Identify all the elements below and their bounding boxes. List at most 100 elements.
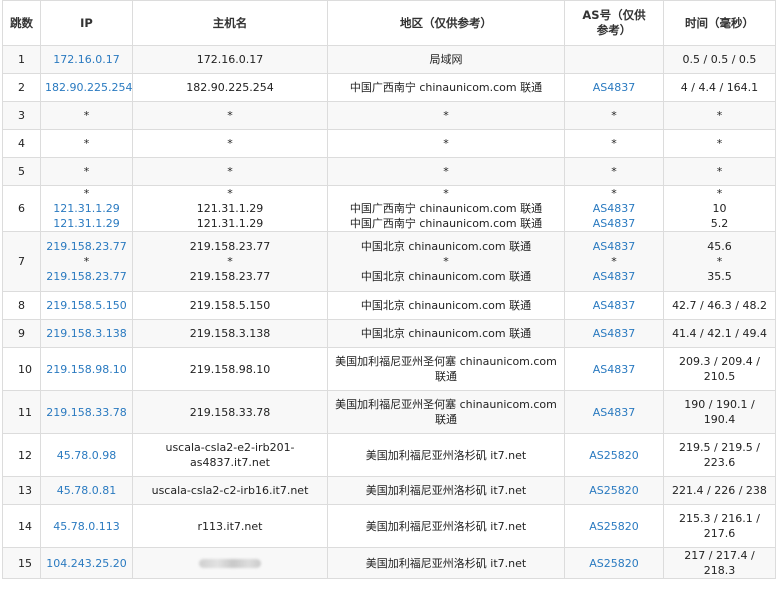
time-value: 209.3 / 209.4 / 210.5 bbox=[679, 355, 760, 383]
host-value: * bbox=[227, 165, 233, 178]
cell-region: 中国北京 chinaunicom.com 联通 bbox=[327, 319, 565, 348]
cell-ip: * 121.31.1.29 121.31.1.29 bbox=[40, 185, 133, 232]
ip-link[interactable]: 121.31.1.29 bbox=[45, 216, 128, 231]
ip-link[interactable]: 219.158.23.77 bbox=[45, 269, 128, 284]
cell-time: * bbox=[663, 157, 776, 186]
as-value: * bbox=[611, 109, 617, 122]
cell-time: * bbox=[663, 129, 776, 158]
ip-link[interactable]: 219.158.3.138 bbox=[45, 326, 128, 341]
time-value: 217 / 217.4 / 218.3 bbox=[684, 549, 755, 577]
host-value: r113.it7.net bbox=[197, 519, 263, 533]
cell-time: 45.6 * 35.5 bbox=[663, 231, 776, 292]
table-row: 13 45.78.0.81 uscala-csla2-c2-irb16.it7.ne… bbox=[2, 476, 776, 505]
as-link[interactable]: AS25820 bbox=[569, 483, 659, 498]
table-row: 9 219.158.3.138 219.158.3.138 中国北京 chinauni… bbox=[2, 319, 776, 348]
header-hop: 跳数 bbox=[2, 0, 41, 46]
host-value: 219.158.3.138 bbox=[189, 327, 271, 340]
cell-hostname: * bbox=[132, 101, 328, 130]
ip-link[interactable]: 219.158.98.10 bbox=[45, 362, 128, 377]
table-header: 跳数 IP 主机名 地区（仅供参考） AS号（仅供参考） 时间（毫秒） bbox=[2, 0, 776, 46]
cell-time: 0.5 / 0.5 / 0.5 bbox=[663, 45, 776, 74]
as-link[interactable]: AS4837 bbox=[569, 239, 659, 254]
ip-link[interactable]: 172.16.0.17 bbox=[45, 52, 128, 67]
cell-as: AS4837 bbox=[564, 291, 664, 320]
host-value: 172.16.0.17 bbox=[196, 53, 264, 66]
as-link[interactable]: AS25820 bbox=[569, 448, 659, 463]
cell-hop: 1 bbox=[2, 45, 41, 74]
region-value: 中国北京 chinaunicom.com 联通 bbox=[360, 240, 532, 253]
region-value: 中国北京 chinaunicom.com 联通 bbox=[360, 270, 532, 283]
ip-link[interactable]: 182.90.225.254 bbox=[45, 80, 132, 95]
header-region: 地区（仅供参考） bbox=[327, 0, 565, 46]
cell-as bbox=[564, 45, 664, 74]
host-value: 219.158.98.10 bbox=[189, 362, 271, 376]
table-row: 6 * 121.31.1.29 121.31.1.29 * 121.31.1.29 121.… bbox=[2, 185, 776, 232]
as-link[interactable]: AS4837 bbox=[569, 405, 659, 420]
as-link[interactable]: AS4837 bbox=[569, 269, 659, 284]
region-value: 局域网 bbox=[429, 53, 463, 66]
host-value: * bbox=[227, 109, 233, 122]
table-row: 12 45.78.0.98 uscala-csla2-e2-irb201-as483… bbox=[2, 433, 776, 477]
region-value: * bbox=[443, 255, 449, 268]
as-link[interactable]: AS4837 bbox=[569, 298, 659, 313]
cell-region: 中国北京 chinaunicom.com 联通 * 中国北京 chinaunicom… bbox=[327, 231, 565, 292]
ip-link[interactable]: 121.31.1.29 bbox=[45, 201, 128, 216]
time-value: * bbox=[716, 187, 723, 200]
cell-time: 221.4 / 226 / 238 bbox=[663, 476, 776, 505]
as-link[interactable]: AS25820 bbox=[569, 556, 659, 571]
cell-ip: * bbox=[40, 129, 133, 158]
cell-hop: 3 bbox=[2, 101, 41, 130]
as-link[interactable]: AS4837 bbox=[569, 201, 659, 216]
cell-as: AS25820 bbox=[564, 547, 664, 579]
time-value: 10 bbox=[712, 202, 727, 215]
cell-hostname: * bbox=[132, 129, 328, 158]
as-link[interactable]: AS4837 bbox=[569, 80, 659, 95]
cell-ip: * bbox=[40, 157, 133, 186]
cell-as: * bbox=[564, 157, 664, 186]
ip-link[interactable]: 219.158.5.150 bbox=[45, 298, 128, 313]
time-value: * bbox=[716, 109, 723, 122]
cell-ip: 219.158.98.10 bbox=[40, 347, 133, 391]
cell-ip: 172.16.0.17 bbox=[40, 45, 133, 74]
cell-hostname: r113.it7.net bbox=[132, 504, 328, 548]
cell-ip: 104.243.25.20 bbox=[40, 547, 133, 579]
cell-time: 215.3 / 216.1 / 217.6 bbox=[663, 504, 776, 548]
cell-as: * bbox=[564, 101, 664, 130]
cell-as: * AS4837 AS4837 bbox=[564, 185, 664, 232]
traceroute-table: 跳数 IP 主机名 地区（仅供参考） AS号（仅供参考） 时间（毫秒） 1 172… bbox=[2, 0, 776, 579]
cell-time: * 10 5.2 bbox=[663, 185, 776, 232]
as-link[interactable]: AS4837 bbox=[569, 362, 659, 377]
host-value: uscala-csla2-e2-irb201-as4837.it7.net bbox=[165, 441, 295, 469]
cell-region: * bbox=[327, 157, 565, 186]
cell-time: 217 / 217.4 / 218.3 bbox=[663, 547, 776, 579]
time-value: 45.6 bbox=[707, 240, 732, 253]
table-body: 1 172.16.0.17 172.16.0.17 局域网 0.5 / 0.5 / 0.… bbox=[2, 45, 776, 579]
ip-link[interactable]: 219.158.23.77 bbox=[45, 239, 128, 254]
table-row: 2 182.90.225.254 182.90.225.254 中国广西南宁 chin… bbox=[2, 73, 776, 102]
ip-link[interactable]: 219.158.33.78 bbox=[45, 405, 128, 420]
table-row: 14 45.78.0.113 r113.it7.net 美国加利福尼亚州洛杉矶 it7… bbox=[2, 504, 776, 548]
cell-region: 中国广西南宁 chinaunicom.com 联通 bbox=[327, 73, 565, 102]
ip-value: * bbox=[83, 109, 90, 122]
ip-value: * bbox=[83, 255, 90, 268]
time-value: 190 / 190.1 / 190.4 bbox=[684, 398, 755, 426]
hostname-value bbox=[137, 556, 323, 571]
as-link[interactable]: AS25820 bbox=[569, 519, 659, 534]
as-link[interactable]: AS4837 bbox=[569, 326, 659, 341]
ip-link[interactable]: 45.78.0.81 bbox=[45, 483, 128, 498]
cell-time: 4 / 4.4 / 164.1 bbox=[663, 73, 776, 102]
cell-as: AS4837 bbox=[564, 347, 664, 391]
ip-link[interactable]: 104.243.25.20 bbox=[45, 556, 128, 571]
region-value: 中国北京 chinaunicom.com 联通 bbox=[360, 299, 532, 312]
cell-ip: 45.78.0.81 bbox=[40, 476, 133, 505]
table-row: 7 219.158.23.77 * 219.158.23.77 219.158.23.7… bbox=[2, 231, 776, 292]
region-value: 中国北京 chinaunicom.com 联通 bbox=[360, 327, 532, 340]
time-value: * bbox=[716, 255, 723, 268]
ip-link[interactable]: 45.78.0.113 bbox=[45, 519, 128, 534]
host-value: 121.31.1.29 bbox=[196, 217, 264, 230]
ip-link[interactable]: 45.78.0.98 bbox=[45, 448, 128, 463]
cell-region: 美国加利福尼亚州圣何塞 chinaunicom.com 联通 bbox=[327, 347, 565, 391]
cell-as: AS25820 bbox=[564, 476, 664, 505]
as-link[interactable]: AS4837 bbox=[569, 216, 659, 231]
cell-ip: 219.158.23.77 * 219.158.23.77 bbox=[40, 231, 133, 292]
